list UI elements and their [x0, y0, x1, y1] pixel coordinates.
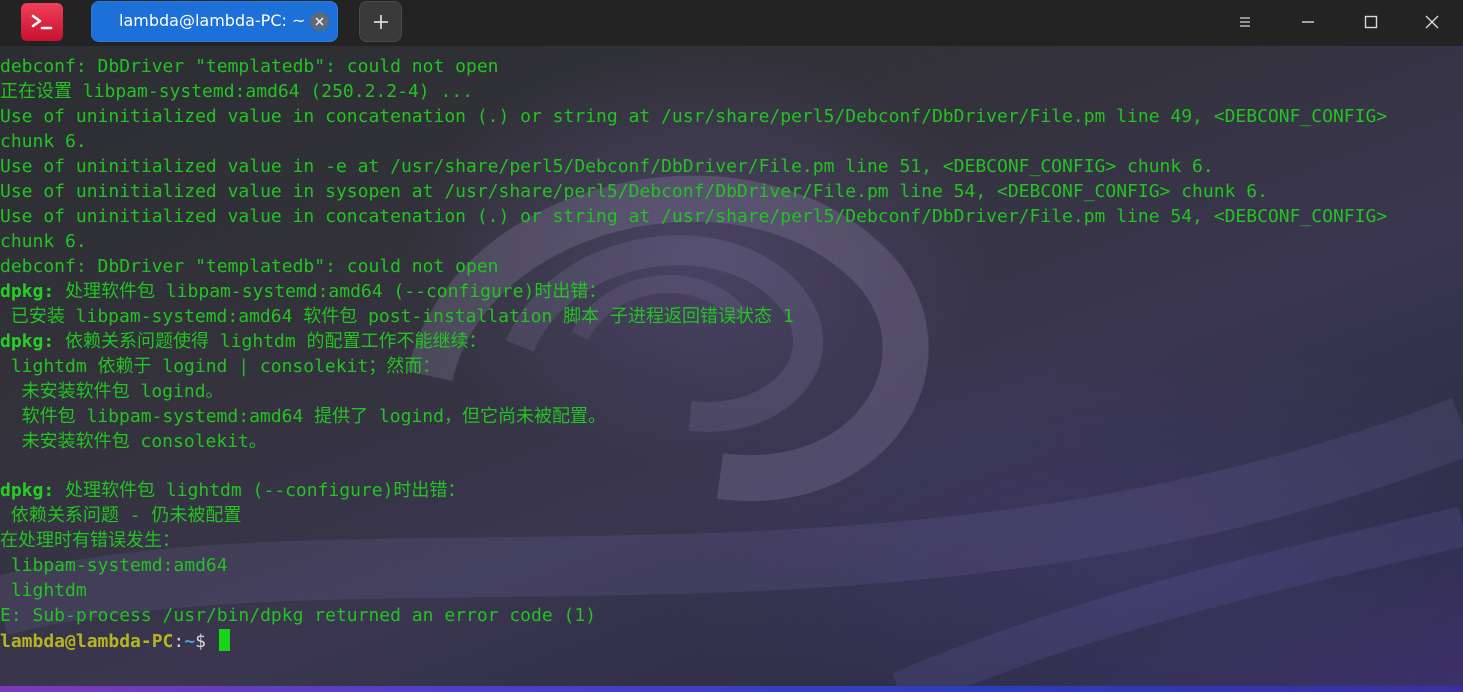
maximize-button[interactable] [1351, 4, 1391, 40]
terminal-line: Use of uninitialized value in concatenat… [0, 105, 1388, 127]
terminal-line: dpkg: 处理软件包 lightdm (--configure)时出错： [0, 479, 1463, 504]
tab-close-icon[interactable] [310, 12, 329, 31]
menu-button[interactable] [1225, 4, 1265, 40]
title-bar: lambda@lambda-PC: ~ [0, 0, 1463, 46]
close-button[interactable] [1412, 4, 1452, 40]
terminal-line: debconf: DbDriver "templatedb": could no… [0, 255, 499, 277]
maximize-icon [1364, 15, 1378, 29]
prompt-colon: : [173, 631, 185, 653]
close-icon [1425, 15, 1439, 29]
terminal-text: debconf: DbDriver "templatedb": could no… [0, 55, 1463, 654]
terminal-line: chunk 6. [0, 230, 87, 252]
minimize-button[interactable] [1288, 4, 1328, 40]
dpkg-message: 处理软件包 lightdm (--configure)时出错： [54, 480, 466, 502]
plus-icon [373, 14, 388, 29]
dpkg-label: dpkg: [0, 480, 55, 502]
terminal-line: 软件包 libpam-systemd:amd64 提供了 logind，但它尚未… [0, 405, 606, 427]
terminal-line: libpam-systemd:amd64 [0, 555, 228, 577]
tab-title: lambda@lambda-PC: ~ [119, 11, 306, 30]
terminal-line: Use of uninitialized value in -e at /usr… [0, 155, 1214, 177]
terminal-line: 已安装 libpam-systemd:amd64 软件包 post-instal… [0, 305, 794, 327]
terminal-line: dpkg: 处理软件包 libpam-systemd:amd64 (--conf… [0, 280, 1463, 305]
dpkg-label: dpkg: [0, 330, 55, 352]
terminal-icon[interactable] [21, 3, 63, 41]
terminal-line: Use of uninitialized value in concatenat… [0, 205, 1388, 227]
prompt-path: ~ [184, 631, 196, 653]
terminal-line: chunk 6. [0, 130, 87, 152]
terminal-line: Use of uninitialized value in sysopen at… [0, 180, 1268, 202]
terminal-line: 未安装软件包 consolekit。 [0, 430, 267, 452]
terminal-line: lightdm 依赖于 logind | consolekit；然而： [0, 355, 441, 377]
minimize-icon [1302, 21, 1314, 23]
menu-icon [1240, 17, 1250, 27]
text-cursor [218, 629, 230, 652]
terminal-line: dpkg: 依赖关系问题使得 lightdm 的配置工作不能继续： [0, 330, 1463, 355]
dpkg-label: dpkg: [0, 280, 55, 302]
terminal-line: 未安装软件包 logind。 [0, 380, 224, 402]
terminal-line: 依赖关系问题 - 仍未被配置 [0, 505, 242, 527]
terminal-line: lightdm [0, 580, 87, 602]
dpkg-message: 依赖关系问题使得 lightdm 的配置工作不能继续： [54, 330, 487, 352]
new-tab-button[interactable] [359, 1, 402, 42]
terminal-line: debconf: DbDriver "templatedb": could no… [0, 56, 499, 77]
dpkg-message: 处理软件包 libpam-systemd:amd64 (--configure)… [54, 280, 607, 302]
prompt-symbol: $ [195, 631, 217, 653]
tab-terminal-session[interactable]: lambda@lambda-PC: ~ [91, 1, 338, 42]
terminal-line: 在处理时有错误发生： [0, 530, 180, 552]
desktop-taskbar-edge [0, 686, 1463, 692]
terminal-output-area[interactable]: debconf: DbDriver "templatedb": could no… [0, 46, 1463, 692]
terminal-window: lambda@lambda-PC: ~ debconf: DbDriver "t… [0, 0, 1463, 692]
terminal-line: 正在设置 libpam-systemd:amd64 (250.2.2-4) ..… [0, 80, 473, 102]
terminal-line: E: Sub-process /usr/bin/dpkg returned an… [0, 605, 597, 627]
prompt-user-host: lambda@lambda-PC [0, 631, 174, 653]
shell-prompt[interactable]: lambda@lambda-PC:~$ [0, 629, 1463, 654]
